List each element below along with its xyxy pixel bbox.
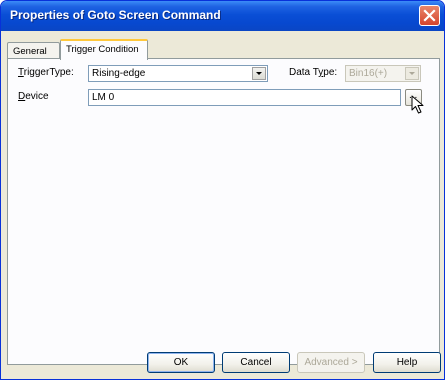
- mouse-pointer-icon: [411, 95, 424, 114]
- ok-button[interactable]: OK: [147, 352, 215, 373]
- advanced-button[interactable]: Advanced >: [297, 352, 365, 373]
- device-label-rest: evice: [25, 91, 49, 102]
- data-type-label: Data Type:: [289, 67, 337, 78]
- chevron-down-icon: [409, 72, 415, 75]
- data-type-dropdown-button[interactable]: [405, 67, 419, 80]
- data-type-label-pre: Data T: [289, 67, 319, 78]
- device-label: Device: [18, 91, 49, 102]
- device-value: LM 0: [92, 92, 115, 103]
- dialog-client-area: General Trigger Condition TriggerType: R…: [4, 31, 441, 376]
- trigger-type-label-rest: riggerType:: [23, 67, 74, 78]
- properties-dialog: Properties of Goto Screen Command Genera…: [0, 0, 445, 380]
- help-button[interactable]: Help: [373, 352, 441, 373]
- data-type-value: Bin16(+): [349, 68, 388, 79]
- trigger-type-value: Rising-edge: [92, 68, 146, 79]
- data-type-label-post: pe:: [323, 67, 338, 78]
- cancel-button[interactable]: Cancel: [222, 352, 290, 373]
- device-input[interactable]: LM 0: [88, 89, 401, 106]
- trigger-type-select[interactable]: Rising-edge: [88, 65, 268, 82]
- trigger-type-dropdown-button[interactable]: [252, 67, 266, 80]
- trigger-condition-panel: TriggerType: Rising-edge Data Type: Bin1…: [7, 58, 440, 365]
- title-bar[interactable]: Properties of Goto Screen Command: [1, 1, 444, 31]
- chevron-down-icon: [256, 72, 262, 75]
- close-button[interactable]: [419, 5, 440, 26]
- tab-general[interactable]: General: [7, 42, 60, 59]
- tab-trigger-condition[interactable]: Trigger Condition: [60, 39, 148, 60]
- window-title: Properties of Goto Screen Command: [10, 8, 221, 22]
- data-type-select[interactable]: Bin16(+): [345, 65, 421, 82]
- trigger-type-label: TriggerType:: [18, 67, 74, 78]
- close-icon: [423, 9, 436, 22]
